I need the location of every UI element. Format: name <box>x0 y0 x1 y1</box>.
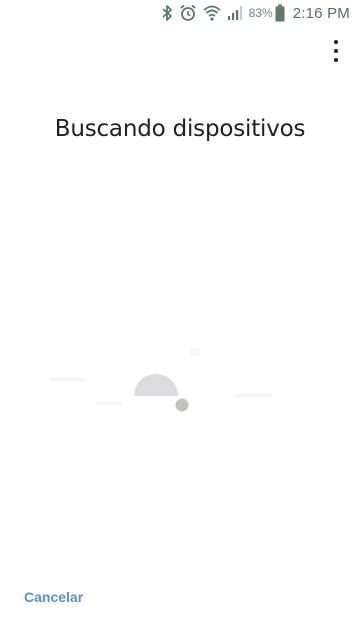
signal-icon <box>227 3 243 23</box>
scanning-animation <box>40 330 320 440</box>
semicircle-shape <box>134 374 178 396</box>
scan-dot <box>175 398 189 412</box>
more-vert-icon[interactable] <box>330 40 342 62</box>
battery-percent: 83% <box>248 6 273 20</box>
alarm-icon <box>179 3 197 23</box>
page-title: Buscando dispositivos <box>54 116 306 142</box>
battery-icon <box>275 3 285 23</box>
wifi-icon <box>203 3 221 23</box>
bluetooth-icon <box>161 3 173 23</box>
clock: 2:16 PM <box>292 4 350 22</box>
cancel-button[interactable]: Cancelar <box>24 589 83 605</box>
status-bar: 83% 2:16 PM <box>0 0 360 26</box>
